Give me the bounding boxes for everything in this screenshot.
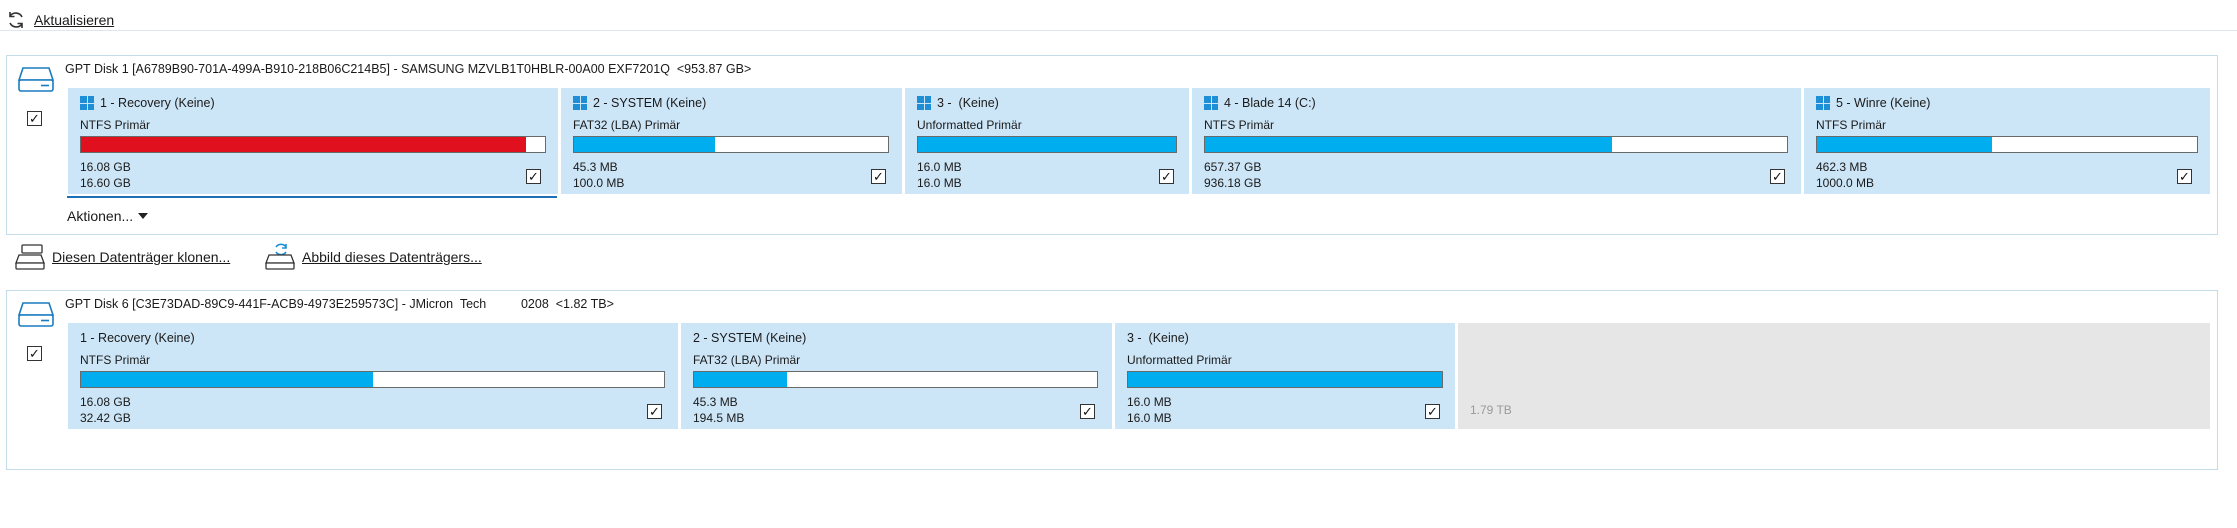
partition-name: 5 - Winre (Keine)	[1836, 96, 1931, 110]
clone-disk-link[interactable]: Diesen Datenträger klonen...	[14, 243, 230, 271]
disk-6-checkbox[interactable]: ✓	[27, 346, 42, 361]
partition-name: 3 - (Keine)	[937, 96, 999, 110]
usage-bar-fill	[1817, 137, 1992, 152]
partition-tile[interactable]: 1 - Recovery (Keine) NTFS Primär 16.08 G…	[68, 88, 558, 194]
partition-filesystem: NTFS Primär	[80, 118, 150, 132]
partition-total: 16.0 MB	[1127, 411, 1172, 425]
partition-used: 45.3 MB	[693, 395, 738, 409]
partition-name: 3 - (Keine)	[1127, 331, 1189, 345]
unallocated-space[interactable]: 1.79 TB	[1458, 323, 2210, 429]
partition-total: 100.0 MB	[573, 176, 625, 190]
partition-total: 16.0 MB	[917, 176, 962, 190]
usage-bar-fill	[574, 137, 716, 152]
partition-used: 16.08 GB	[80, 395, 131, 409]
partition-checkbox[interactable]: ✓	[647, 404, 662, 419]
partition-total: 1000.0 MB	[1816, 176, 1875, 190]
partition-name: 2 - SYSTEM (Keine)	[593, 96, 707, 110]
usage-bar	[693, 371, 1098, 388]
partition-name: 1 - Recovery (Keine)	[80, 331, 195, 345]
partition-filesystem: NTFS Primär	[80, 353, 150, 367]
partition-checkbox[interactable]: ✓	[1080, 404, 1095, 419]
partition-tile[interactable]: 1 - Recovery (Keine) NTFS Primär 16.08 G…	[68, 323, 678, 429]
partition-tile[interactable]: 5 - Winre (Keine) NTFS Primär 462.3 MB 1…	[1804, 88, 2210, 194]
usage-bar-fill	[81, 372, 373, 387]
actions-dropdown[interactable]: Aktionen...	[67, 208, 149, 224]
selected-partition-indicator	[67, 196, 557, 198]
windows-icon	[917, 96, 931, 110]
usage-bar	[1204, 136, 1788, 153]
usage-bar	[1127, 371, 1443, 388]
disk-6-title: GPT Disk 6 [C3E73DAD-89C9-441F-ACB9-4973…	[65, 297, 614, 311]
usage-bar	[917, 136, 1177, 153]
windows-icon	[573, 96, 587, 110]
image-disk-icon	[265, 243, 295, 270]
refresh-label[interactable]: Aktualisieren	[34, 12, 114, 28]
partition-checkbox[interactable]: ✓	[1425, 404, 1440, 419]
disk-1-checkbox[interactable]: ✓	[27, 111, 42, 126]
partition-tile[interactable]: 2 - SYSTEM (Keine) FAT32 (LBA) Primär 45…	[561, 88, 902, 194]
partition-filesystem: Unformatted Primär	[917, 118, 1022, 132]
partition-used: 657.37 GB	[1204, 160, 1262, 174]
partition-checkbox[interactable]: ✓	[871, 169, 886, 184]
partition-tile[interactable]: 4 - Blade 14 (C:) NTFS Primär 657.37 GB …	[1192, 88, 1801, 194]
partition-checkbox[interactable]: ✓	[526, 169, 541, 184]
partition-used: 16.0 MB	[1127, 395, 1172, 409]
refresh-link[interactable]: Aktualisieren	[6, 10, 114, 30]
usage-bar	[1816, 136, 2198, 153]
clone-disk-icon	[15, 244, 45, 270]
disk-panel-1: ✓ GPT Disk 1 [A6789B90-701A-499A-B910-21…	[6, 55, 2218, 235]
hard-disk-icon	[17, 67, 55, 92]
partition-used: 16.08 GB	[80, 160, 131, 174]
windows-icon	[1816, 96, 1830, 110]
hard-disk-icon	[17, 302, 55, 327]
disk-1-title: GPT Disk 1 [A6789B90-701A-499A-B910-218B…	[65, 62, 752, 76]
partition-tile[interactable]: 2 - SYSTEM (Keine) FAT32 (LBA) Primär 45…	[681, 323, 1112, 429]
disk-panel-6: ✓ GPT Disk 6 [C3E73DAD-89C9-441F-ACB9-49…	[6, 290, 2218, 470]
partition-total: 32.42 GB	[80, 411, 131, 425]
partition-filesystem: Unformatted Primär	[1127, 353, 1232, 367]
image-disk-link[interactable]: Abbild dieses Datenträgers...	[264, 243, 482, 271]
unallocated-size: 1.79 TB	[1470, 403, 1512, 417]
partition-total: 936.18 GB	[1204, 176, 1262, 190]
partition-used: 462.3 MB	[1816, 160, 1868, 174]
usage-bar-fill	[918, 137, 1176, 152]
windows-icon	[1204, 96, 1218, 110]
partition-tile[interactable]: 3 - (Keine) Unformatted Primär 16.0 MB 1…	[905, 88, 1189, 194]
partition-filesystem: FAT32 (LBA) Primär	[693, 353, 801, 367]
partition-name: 1 - Recovery (Keine)	[100, 96, 215, 110]
partition-filesystem: FAT32 (LBA) Primär	[573, 118, 681, 132]
partition-total: 16.60 GB	[80, 176, 131, 190]
partition-checkbox[interactable]: ✓	[1159, 169, 1174, 184]
usage-bar	[80, 136, 546, 153]
image-disk-label[interactable]: Abbild dieses Datenträgers...	[302, 249, 482, 265]
caret-down-icon	[138, 213, 149, 219]
actions-label: Aktionen...	[67, 208, 134, 224]
refresh-icon	[9, 12, 23, 28]
usage-bar-fill	[81, 137, 527, 152]
partition-checkbox[interactable]: ✓	[2177, 169, 2192, 184]
partition-filesystem: NTFS Primär	[1204, 118, 1274, 132]
usage-bar-fill	[1205, 137, 1613, 152]
partition-used: 16.0 MB	[917, 160, 962, 174]
toolbar-divider	[0, 30, 2237, 31]
partition-name: 2 - SYSTEM (Keine)	[693, 331, 807, 345]
partition-name: 4 - Blade 14 (C:)	[1224, 96, 1316, 110]
partition-filesystem: NTFS Primär	[1816, 118, 1886, 132]
partition-total: 194.5 MB	[693, 411, 745, 425]
usage-bar	[573, 136, 889, 153]
windows-icon	[80, 96, 94, 110]
usage-bar	[80, 371, 665, 388]
partition-used: 45.3 MB	[573, 160, 618, 174]
usage-bar-fill	[1128, 372, 1442, 387]
partition-checkbox[interactable]: ✓	[1770, 169, 1785, 184]
clone-disk-label[interactable]: Diesen Datenträger klonen...	[52, 249, 230, 265]
usage-bar-fill	[694, 372, 787, 387]
partition-tile[interactable]: 3 - (Keine) Unformatted Primär 16.0 MB 1…	[1115, 323, 1455, 429]
